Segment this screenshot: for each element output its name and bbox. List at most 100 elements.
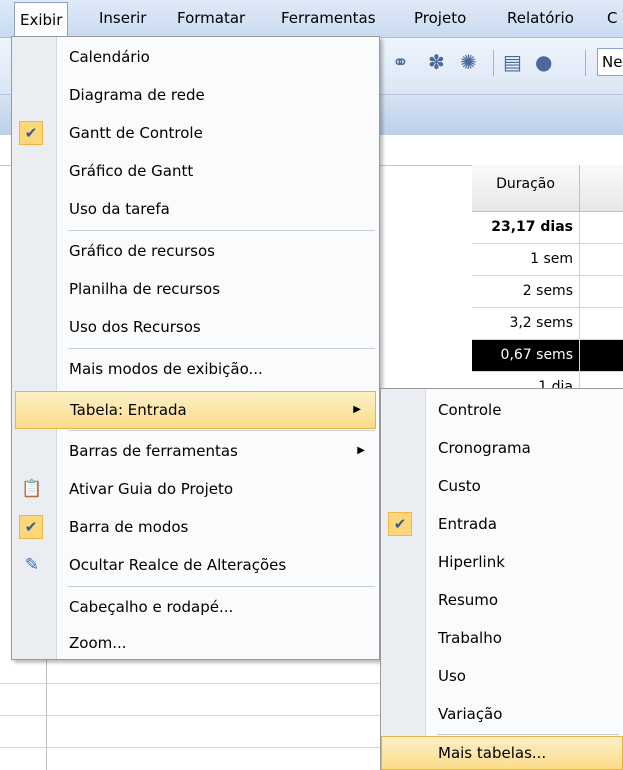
menu-item-label: Hiperlink	[438, 553, 505, 571]
menu-inserir[interactable]: Inserir	[99, 0, 146, 37]
menu-exibir-label: Exibir	[20, 11, 63, 29]
menu-projeto[interactable]: Projeto	[414, 0, 466, 37]
menu-item-label: Entrada	[438, 515, 497, 533]
menu-item-barras-de-ferramentas[interactable]: Barras de ferramentas ▶	[12, 433, 379, 471]
menu-item-label: Uso dos Recursos	[69, 318, 201, 336]
menu-item-planilha-de-recursos[interactable]: Planilha de recursos	[12, 271, 379, 309]
menu-item-tabela-entrada[interactable]: Tabela: Entrada ▶	[15, 391, 376, 429]
menu-item-label: Diagrama de rede	[69, 86, 205, 104]
menu-item-label: Resumo	[438, 591, 499, 609]
menu-separator	[437, 734, 619, 735]
table-row[interactable]: 23,17 dias	[472, 212, 623, 244]
resources-icon[interactable]: ●	[535, 50, 552, 74]
menu-item-label: Uso da tarefa	[69, 200, 170, 218]
menu-item-label: Calendário	[69, 48, 150, 66]
row-divider	[0, 715, 380, 716]
column-header-next[interactable]	[580, 165, 623, 212]
submenu-item-cronograma[interactable]: Cronograma	[381, 430, 623, 468]
menu-separator	[68, 430, 375, 431]
submenu-item-uso[interactable]: Uso	[381, 658, 623, 696]
split-icon[interactable]: ✺	[460, 50, 477, 74]
menu-item-label: Barra de modos	[69, 518, 189, 536]
menu-item-zoom[interactable]: Zoom...	[12, 625, 379, 663]
column-header-duracao[interactable]: Duração	[472, 165, 580, 212]
checkmark-icon: ✔	[19, 515, 43, 539]
menu-item-label: Cabeçalho e rodapé...	[69, 598, 234, 616]
highlight-pencil-icon: ✎	[24, 555, 40, 575]
menu-item-label: Ativar Guia do Projeto	[69, 480, 234, 498]
menu-item-label: Gantt de Controle	[69, 124, 203, 142]
menu-c-label: C	[607, 9, 618, 27]
menu-inserir-label: Inserir	[99, 9, 147, 27]
menu-relatorio-label: Relatório	[507, 9, 574, 27]
font-name-field[interactable]: Ne	[597, 48, 623, 76]
row-divider	[0, 747, 380, 748]
submenu-item-resumo[interactable]: Resumo	[381, 582, 623, 620]
table-row-selected[interactable]: 0,67 sems	[472, 340, 623, 372]
view-menu: Calendário Diagrama de rede ✔ Gantt de C…	[11, 36, 380, 660]
table-submenu: Controle Cronograma Custo ✔ Entrada Hipe…	[380, 388, 623, 770]
menu-ferramentas[interactable]: Ferramentas	[281, 0, 376, 37]
duration-cell[interactable]: 1 sem	[472, 244, 580, 276]
submenu-item-custo[interactable]: Custo	[381, 468, 623, 506]
duration-cell[interactable]: 2 sems	[472, 276, 580, 308]
duration-cell[interactable]: 0,67 sems	[472, 340, 580, 372]
submenu-arrow-icon: ▶	[357, 445, 365, 456]
toolbar-separator	[493, 50, 494, 76]
menu-item-grafico-de-recursos[interactable]: Gráfico de recursos	[12, 233, 379, 271]
unlink-icon[interactable]: ✽	[428, 50, 445, 74]
row-divider	[0, 683, 380, 684]
menu-separator	[68, 586, 375, 587]
menu-item-label: Ocultar Realce de Alterações	[69, 556, 287, 574]
submenu-arrow-icon: ▶	[353, 404, 361, 415]
menu-item-label: Planilha de recursos	[69, 280, 221, 298]
menu-formatar[interactable]: Formatar	[177, 0, 245, 37]
task-info-icon[interactable]: ▤	[503, 50, 522, 74]
table-row[interactable]: 2 sems	[472, 276, 623, 308]
menu-separator	[68, 348, 375, 349]
menu-item-mais-modos[interactable]: Mais modos de exibição...	[12, 351, 379, 389]
menu-projeto-label: Projeto	[414, 9, 467, 27]
menu-item-label: Tabela: Entrada	[70, 401, 187, 419]
menu-item-label: Barras de ferramentas	[69, 442, 238, 460]
menu-item-diagrama-de-rede[interactable]: Diagrama de rede	[12, 77, 379, 115]
duration-cell[interactable]: 23,17 dias	[472, 212, 580, 244]
menu-item-gantt-de-controle[interactable]: ✔ Gantt de Controle	[12, 115, 379, 153]
menu-item-cabecalho-rodape[interactable]: Cabeçalho e rodapé...	[12, 589, 379, 627]
menu-ferramentas-label: Ferramentas	[281, 9, 376, 27]
menu-item-grafico-de-gantt[interactable]: Gráfico de Gantt	[12, 153, 379, 191]
menu-item-ocultar-realce[interactable]: ✎ Ocultar Realce de Alterações	[12, 547, 379, 585]
menu-item-ativar-guia[interactable]: 📋 Ativar Guia do Projeto	[12, 471, 379, 509]
menu-item-label: Mais modos de exibição...	[69, 360, 263, 378]
submenu-item-mais-tabelas[interactable]: Mais tabelas...	[381, 736, 623, 770]
menu-item-uso-dos-recursos[interactable]: Uso dos Recursos	[12, 309, 379, 347]
menu-item-uso-da-tarefa[interactable]: Uso da tarefa	[12, 191, 379, 229]
menu-separator	[68, 230, 375, 231]
menu-item-calendario[interactable]: Calendário	[12, 39, 379, 77]
duration-cell[interactable]: 3,2 sems	[472, 308, 580, 340]
project-guide-icon: 📋	[21, 479, 43, 499]
menu-item-barra-de-modos[interactable]: ✔ Barra de modos	[12, 509, 379, 547]
menu-bar: Exibir Inserir Formatar Ferramentas Proj…	[0, 0, 623, 38]
menu-exibir[interactable]: Exibir	[14, 2, 69, 36]
checkmark-icon: ✔	[19, 121, 43, 145]
checkmark-icon: ✔	[388, 512, 412, 536]
table-row[interactable]: 3,2 sems	[472, 308, 623, 340]
submenu-item-hiperlink[interactable]: Hiperlink	[381, 544, 623, 582]
menu-item-label: Trabalho	[438, 629, 502, 647]
submenu-item-variacao[interactable]: Variação	[381, 696, 623, 734]
menu-item-label: Cronograma	[438, 439, 531, 457]
menu-item-label: Controle	[438, 401, 502, 419]
menu-c[interactable]: C	[607, 0, 617, 37]
menu-item-label: Variação	[438, 705, 503, 723]
link-icon[interactable]: ⚭	[392, 50, 409, 74]
menu-formatar-label: Formatar	[177, 9, 246, 27]
menu-item-label: Gráfico de Gantt	[69, 162, 194, 180]
menu-item-label: Gráfico de recursos	[69, 242, 215, 260]
submenu-item-entrada[interactable]: ✔ Entrada	[381, 506, 623, 544]
submenu-item-trabalho[interactable]: Trabalho	[381, 620, 623, 658]
submenu-item-controle[interactable]: Controle	[381, 392, 623, 430]
menu-item-label: Mais tabelas...	[438, 744, 547, 762]
table-row[interactable]: 1 sem	[472, 244, 623, 276]
menu-relatorio[interactable]: Relatório	[507, 0, 574, 37]
